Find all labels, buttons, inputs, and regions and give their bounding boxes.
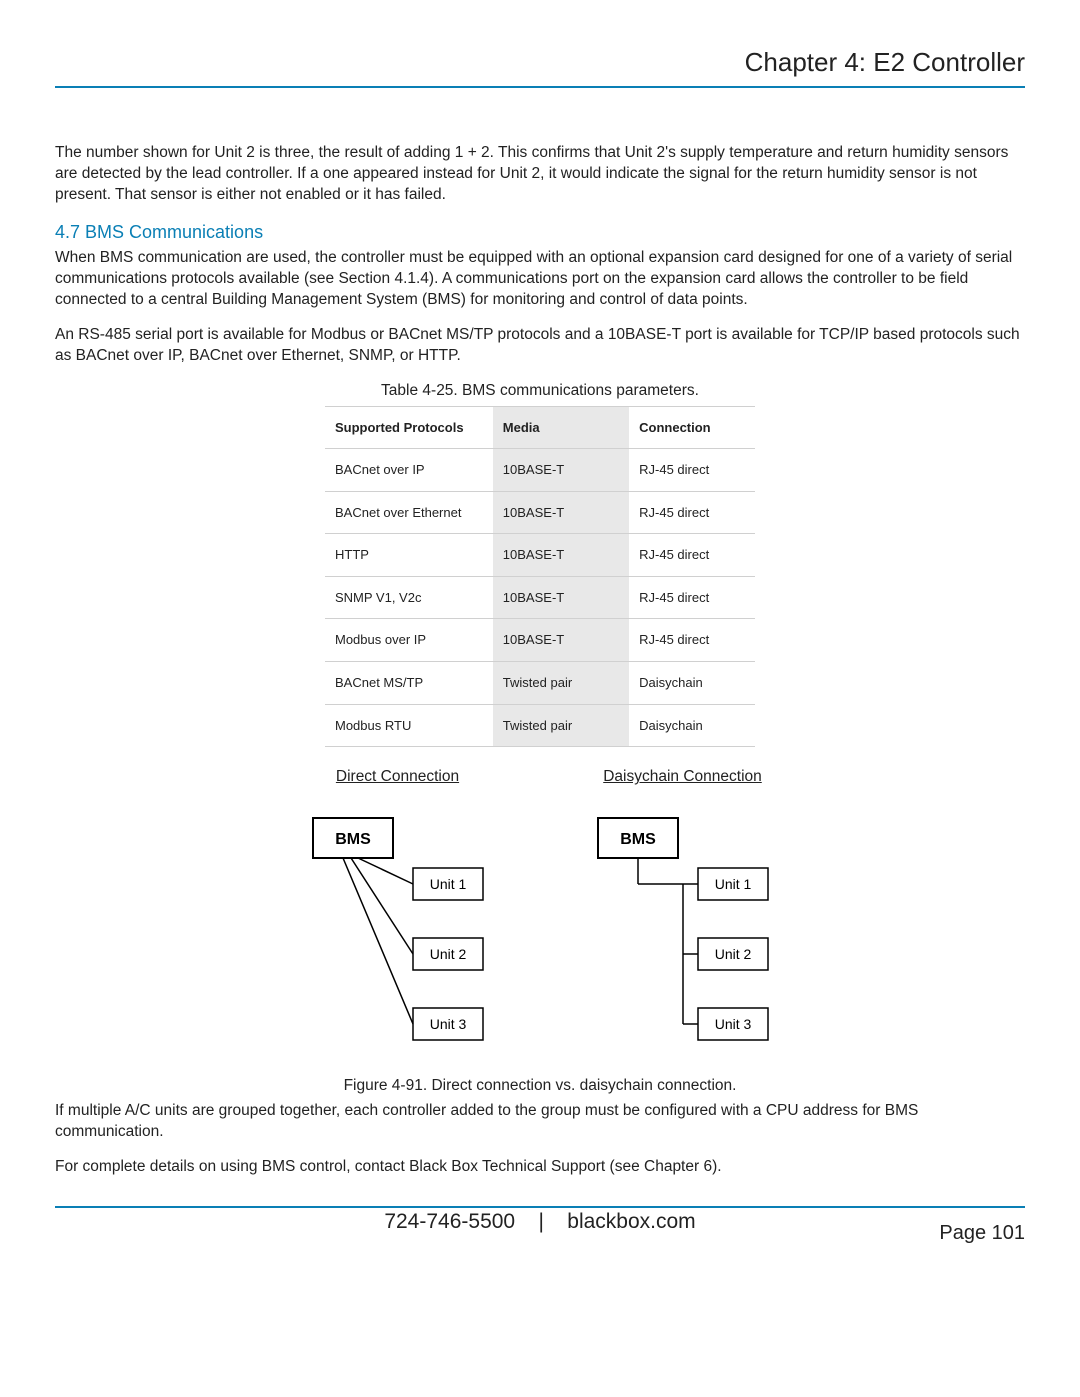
th-media: Media — [493, 406, 629, 449]
direct-title: Direct Connection — [336, 767, 459, 788]
daisy-svg: BMS Unit 1 Unit 2 Unit 3 — [588, 808, 778, 1068]
section-p2: An RS-485 serial port is available for M… — [55, 325, 1025, 367]
page-number: Page 101 — [939, 1220, 1025, 1247]
section-heading: 4.7 BMS Communications — [55, 220, 1025, 244]
daisy-title: Daisychain Connection — [603, 767, 762, 788]
unit2-label: Unit 2 — [714, 946, 751, 962]
bms-label: BMS — [620, 831, 656, 848]
th-connection: Connection — [629, 406, 755, 449]
direct-svg: BMS Unit 1 Unit 2 Unit 3 — [303, 808, 493, 1068]
table-header-row: Supported Protocols Media Connection — [325, 406, 755, 449]
table-row: BACnet over Ethernet 10BASE-T RJ-45 dire… — [325, 491, 755, 534]
table-row: BACnet MS/TP Twisted pair Daisychain — [325, 661, 755, 704]
section-p1: When BMS communication are used, the con… — [55, 248, 1025, 311]
table-row: Modbus RTU Twisted pair Daisychain — [325, 704, 755, 747]
table-caption: Table 4-25. BMS communications parameter… — [55, 381, 1025, 402]
unit3-label: Unit 3 — [714, 1016, 751, 1032]
th-protocols: Supported Protocols — [325, 406, 493, 449]
connection-diagrams: Direct Connection BMS Unit 1 Unit 2 Unit… — [55, 767, 1025, 1068]
unit1-label: Unit 1 — [714, 876, 751, 892]
unit2-label: Unit 2 — [429, 946, 466, 962]
table-row: HTTP 10BASE-T RJ-45 direct — [325, 534, 755, 577]
bms-label: BMS — [335, 831, 371, 848]
table-row: SNMP V1, V2c 10BASE-T RJ-45 direct — [325, 576, 755, 619]
bms-parameters-table: Supported Protocols Media Connection BAC… — [325, 406, 755, 747]
intro-paragraph: The number shown for Unit 2 is three, th… — [55, 143, 1025, 206]
figure-caption: Figure 4-91. Direct connection vs. daisy… — [55, 1076, 1025, 1097]
table-row: Modbus over IP 10BASE-T RJ-45 direct — [325, 619, 755, 662]
table-row: BACnet over IP 10BASE-T RJ-45 direct — [325, 449, 755, 492]
daisychain-connection-diagram: Daisychain Connection BMS Unit 1 Unit 2 … — [588, 767, 778, 1068]
closing-p1: If multiple A/C units are grouped togeth… — [55, 1101, 1025, 1143]
direct-connection-diagram: Direct Connection BMS Unit 1 Unit 2 Unit… — [303, 767, 493, 1068]
page-footer: 724-746-5500 | blackbox.com Page 101 — [55, 1208, 1025, 1247]
chapter-title: Chapter 4: E2 Controller — [55, 45, 1025, 80]
unit3-label: Unit 3 — [429, 1016, 466, 1032]
unit1-label: Unit 1 — [429, 876, 466, 892]
page-header: Chapter 4: E2 Controller — [55, 45, 1025, 88]
closing-p2: For complete details on using BMS contro… — [55, 1157, 1025, 1178]
